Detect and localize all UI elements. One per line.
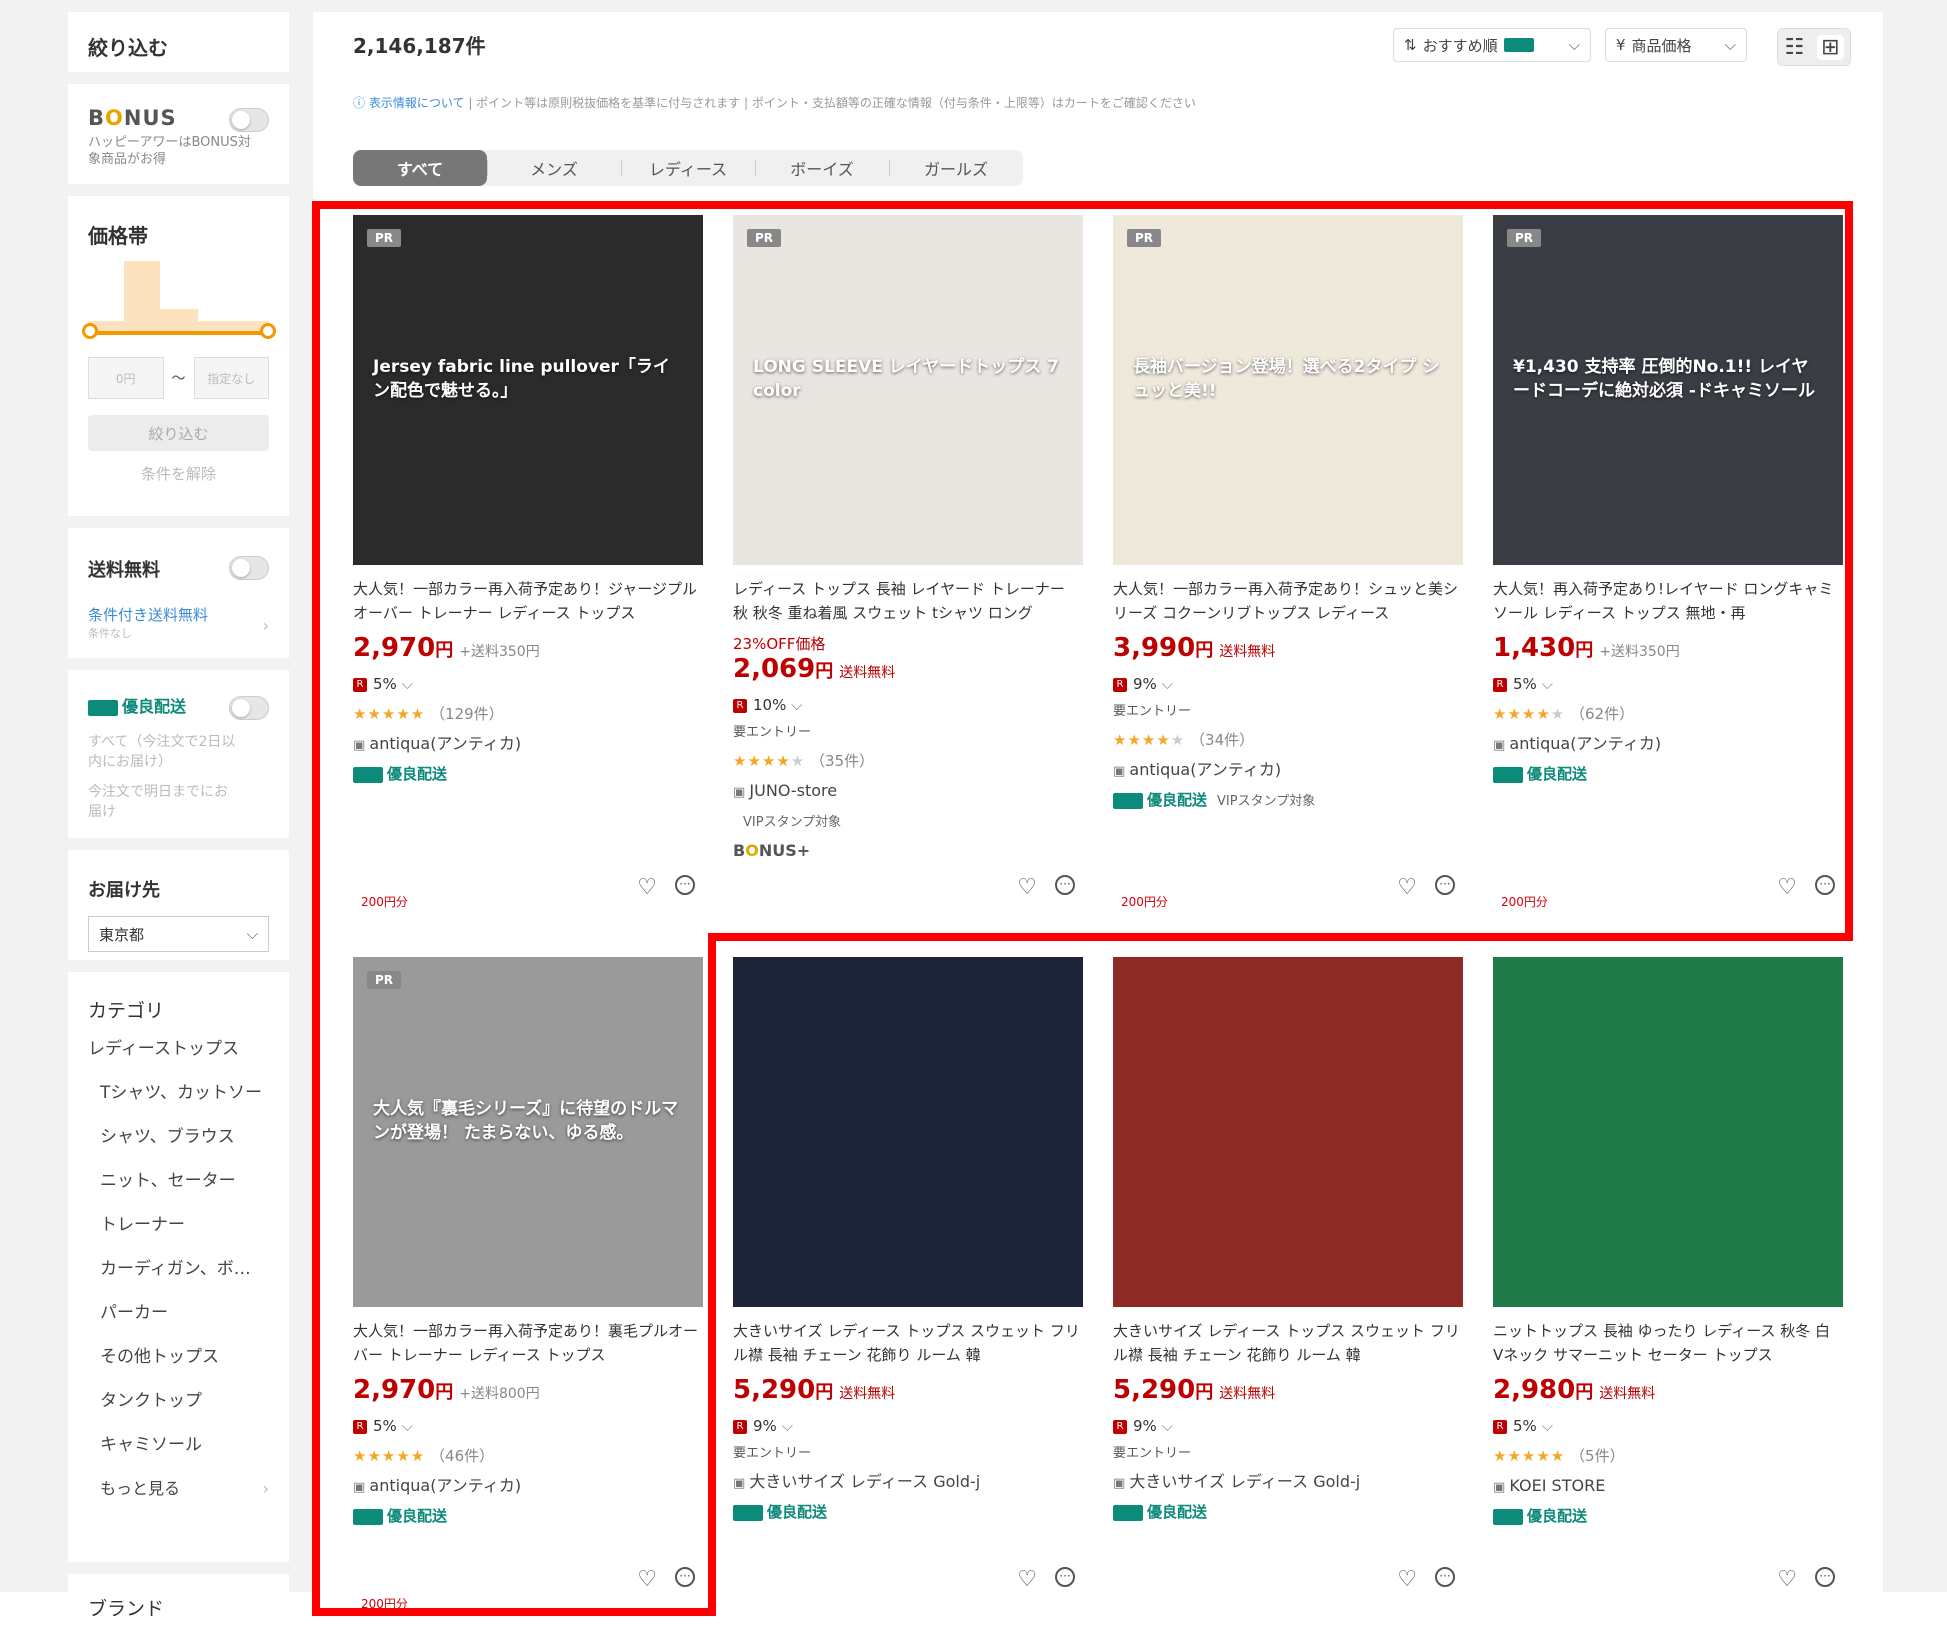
highlight-outline	[312, 201, 1853, 1616]
highlight-overlay	[312, 201, 1853, 1616]
